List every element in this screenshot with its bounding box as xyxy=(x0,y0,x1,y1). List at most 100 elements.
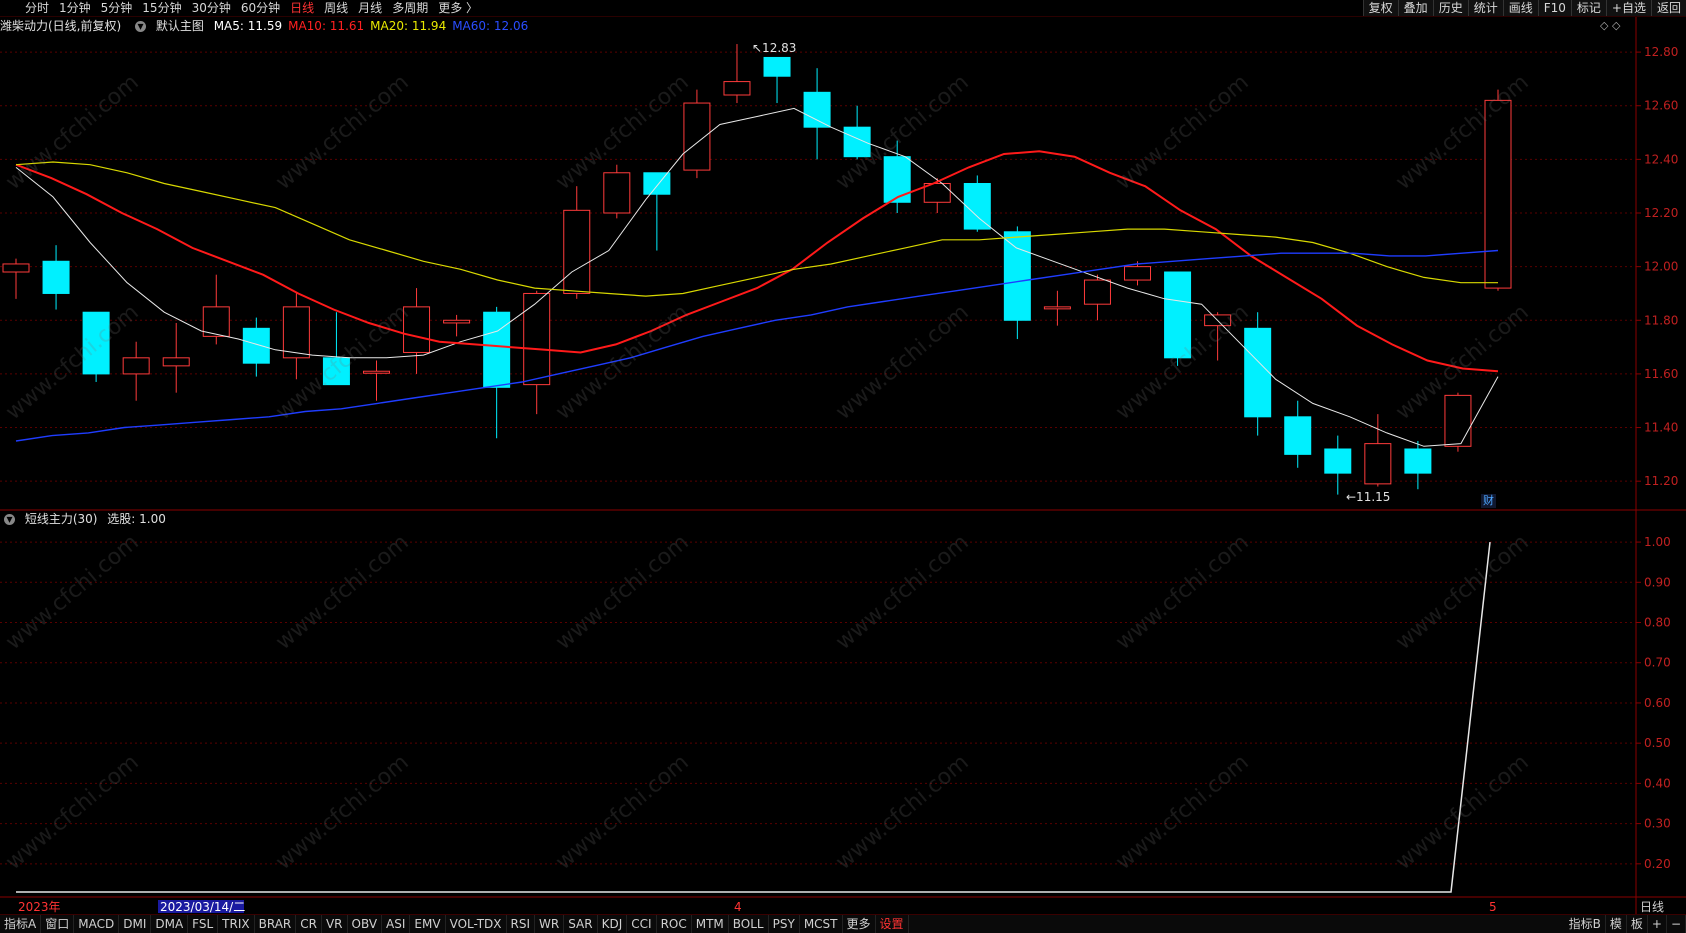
ma-line xyxy=(15,249,1499,442)
candle-body xyxy=(603,172,631,214)
y-tick-label: 12.60 xyxy=(1644,99,1678,113)
indicator-tab[interactable]: KDJ xyxy=(598,915,628,933)
indicator-tab[interactable]: OBV xyxy=(348,915,383,933)
candle-body xyxy=(42,260,70,294)
candle-body xyxy=(1444,394,1472,447)
finance-tag[interactable]: 财 xyxy=(1481,494,1496,508)
candle-body xyxy=(1404,448,1432,474)
candle-body xyxy=(1484,99,1512,289)
indicator-tab[interactable]: DMI xyxy=(119,915,152,933)
y-tick-label: 11.60 xyxy=(1644,367,1678,381)
candle-body xyxy=(162,357,190,367)
indicator-tab[interactable]: ROC xyxy=(657,915,692,933)
indicator-tab[interactable]: WR xyxy=(535,915,565,933)
ma-line xyxy=(15,150,1499,373)
indicator-tab[interactable]: DMA xyxy=(151,915,189,933)
indicator-tab[interactable]: VR xyxy=(322,915,348,933)
indicator-tab[interactable]: 指标A xyxy=(0,915,42,933)
candle-body xyxy=(883,156,911,203)
indicator-tab[interactable]: VOL-TDX xyxy=(446,915,507,933)
y-tick-label: 0.30 xyxy=(1644,817,1671,831)
candle-body xyxy=(2,263,30,273)
candle-body xyxy=(242,327,270,364)
candle-body xyxy=(322,357,350,386)
right-control[interactable]: 模 xyxy=(1606,915,1627,933)
x-axis-label: 2023年 xyxy=(18,900,61,914)
candle-body xyxy=(122,357,150,375)
candle-body xyxy=(643,172,671,195)
y-tick-label: 0.50 xyxy=(1644,736,1671,750)
candle-body xyxy=(843,126,871,158)
indicator-tab[interactable]: EMV xyxy=(410,915,446,933)
y-tick-label: 12.00 xyxy=(1644,260,1678,274)
y-tick-label: 0.40 xyxy=(1644,776,1671,790)
indicator-tab[interactable]: CR xyxy=(296,915,322,933)
right-control[interactable]: 板 xyxy=(1627,915,1648,933)
ma-line xyxy=(15,161,1498,297)
y-tick-label: 12.80 xyxy=(1644,45,1678,59)
period-label: 日线 xyxy=(1640,900,1665,914)
indicator-tab[interactable]: RSI xyxy=(507,915,536,933)
indicator-tab[interactable]: BOLL xyxy=(729,915,769,933)
high-label: ↖12.83 xyxy=(752,41,796,55)
indicator-tab[interactable]: SAR xyxy=(564,915,598,933)
candle-body xyxy=(683,102,711,171)
candle-body xyxy=(1124,266,1152,281)
indicator-tab[interactable]: 更多 xyxy=(843,915,876,933)
indicator-line xyxy=(16,542,1491,893)
candle-body xyxy=(282,306,310,359)
y-tick-label: 11.20 xyxy=(1644,474,1678,488)
candle-body xyxy=(1083,279,1111,305)
y-tick-label: 0.80 xyxy=(1644,616,1671,630)
y-tick-label: 12.20 xyxy=(1644,206,1678,220)
indicator-tab[interactable]: MTM xyxy=(692,915,729,933)
indicator-tab[interactable]: TRIX xyxy=(218,915,255,933)
candle-body xyxy=(443,319,471,324)
x-axis-label: 5 xyxy=(1489,900,1497,914)
candle-body xyxy=(723,81,751,96)
y-tick-label: 0.70 xyxy=(1644,656,1671,670)
indicator-tab[interactable]: MCST xyxy=(800,915,843,933)
candle-body xyxy=(483,311,511,388)
candle-body xyxy=(803,91,831,128)
candle-body xyxy=(1284,416,1312,455)
indicator-tabs: 指标A 窗口 MACD DMI DMA FSL TRIX BRAR CR VR OBV ASI EMV V… xyxy=(0,915,909,933)
candle-body xyxy=(82,311,110,375)
candle-body xyxy=(1043,306,1071,310)
candle-body xyxy=(1244,327,1272,418)
indicator-tab[interactable]: MACD xyxy=(74,915,120,933)
candle-body xyxy=(1164,271,1192,359)
indicator-tab[interactable]: 设置 xyxy=(876,915,909,933)
candle-body xyxy=(963,183,991,230)
right-control[interactable]: 指标B xyxy=(1565,915,1606,933)
y-tick-label: 0.90 xyxy=(1644,575,1671,589)
chart-area[interactable]: 12.80 12.60 12.40 12.20 12.00 11.80 11.60 11.40… xyxy=(0,0,1686,914)
indicator-tabs-bar: 指标A 窗口 MACD DMI DMA FSL TRIX BRAR CR VR OBV ASI EMV V… xyxy=(0,914,1686,933)
indicator-tab[interactable]: CCI xyxy=(627,915,657,933)
low-label: ←11.15 xyxy=(1346,490,1390,504)
right-control[interactable]: − xyxy=(1667,915,1686,933)
indicator-tab[interactable]: FSL xyxy=(188,915,219,933)
indicator-tab[interactable]: BRAR xyxy=(255,915,297,933)
right-controls: 指标B 模板 + − xyxy=(1565,915,1686,933)
y-tick-label: 1.00 xyxy=(1644,535,1671,549)
indicator-tab[interactable]: 窗口 xyxy=(41,915,75,933)
candle-body xyxy=(1324,448,1352,474)
candle-body xyxy=(763,56,791,77)
candle-body xyxy=(1364,443,1392,485)
y-tick-label: 12.40 xyxy=(1644,152,1678,166)
x-axis-label: 2023/03/14/二 xyxy=(160,900,245,914)
y-tick-label: 11.40 xyxy=(1644,421,1678,435)
candle-body xyxy=(1003,231,1031,321)
y-tick-label: 0.60 xyxy=(1644,696,1671,710)
y-tick-label: 0.20 xyxy=(1644,857,1671,871)
candle-body xyxy=(403,306,431,353)
indicator-tab[interactable]: ASI xyxy=(382,915,411,933)
candle-body xyxy=(523,292,551,386)
candle-body xyxy=(563,209,591,294)
candle-body xyxy=(362,370,390,374)
y-tick-label: 11.80 xyxy=(1644,313,1678,327)
indicator-tab[interactable]: PSY xyxy=(769,915,800,933)
x-axis-label: 4 xyxy=(734,900,742,914)
right-control[interactable]: + xyxy=(1648,915,1667,933)
